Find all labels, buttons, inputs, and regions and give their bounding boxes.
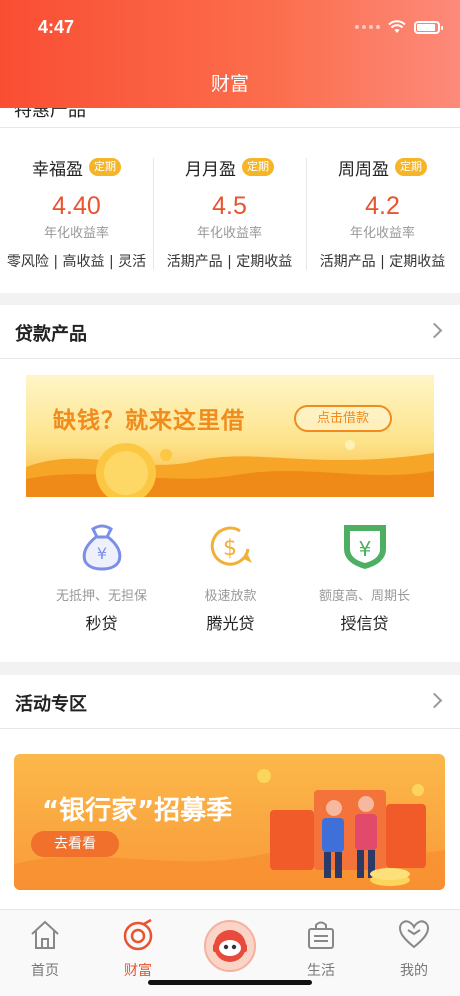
product-tag: 定期: [395, 158, 427, 176]
loan-item-sub: 额度高、周期长: [318, 589, 410, 604]
activity-section-title: 活动专区: [15, 694, 87, 715]
activity-section-body: “银行家”招募季 去看看: [0, 729, 460, 909]
loan-item-shouxindai[interactable]: ¥ 额度高、周期长 授信贷: [288, 519, 441, 634]
peek-section-title: 特惠产品: [14, 108, 86, 121]
wealth-products: 幸福盈 定期 4.40 年化收益率 零风险 | 高收益 | 灵活 月月盈 定期 …: [0, 128, 460, 293]
wealth-icon: [123, 918, 153, 951]
svg-text:¥: ¥: [358, 537, 371, 561]
loan-item-tengguangdai[interactable]: $ 极速放款 腾光贷: [154, 519, 307, 634]
activity-banner-text: “银行家”招募季: [42, 796, 233, 826]
borrow-button[interactable]: 点击借款: [294, 405, 392, 432]
product-tag: 定期: [89, 158, 121, 176]
loan-section-header[interactable]: 贷款产品: [0, 305, 460, 359]
activity-section-header[interactable]: 活动专区: [0, 675, 460, 729]
signal-icon: [355, 25, 380, 29]
rate-label: 年化收益率: [196, 226, 262, 241]
svg-text:$: $: [223, 536, 237, 561]
product-rate: 4.5: [212, 192, 247, 220]
dollar-coin-icon: $: [210, 526, 252, 566]
wifi-icon: [388, 20, 406, 33]
go-see-button[interactable]: 去看看: [31, 831, 119, 857]
product-name: 周周盈: [338, 159, 389, 180]
status-icons: [355, 20, 443, 34]
product-rate: 4.2: [365, 192, 400, 220]
home-indicator[interactable]: [148, 980, 312, 985]
loan-item-name: 腾光贷: [206, 614, 255, 633]
product-rate: 4.40: [52, 192, 101, 220]
shopping-bag-icon: [308, 921, 334, 949]
yuan-shield-icon: ¥: [343, 525, 386, 569]
robot-assistant-icon: [213, 930, 247, 962]
product-card-yueyueying[interactable]: 月月盈 定期 4.5 年化收益率 活期产品 | 定期收益: [153, 156, 306, 271]
loan-banner-text: 缺钱？就来这里借: [53, 408, 245, 434]
loan-item-name: 授信贷: [340, 614, 389, 633]
product-name: 月月盈: [185, 159, 236, 180]
product-desc: 零风险 | 高收益 | 灵活: [6, 254, 147, 270]
wave-decoration: [26, 440, 434, 497]
tab-life[interactable]: 生活: [286, 918, 356, 980]
loan-section-title: 贷款产品: [15, 324, 87, 345]
rate-label: 年化收益率: [43, 226, 109, 241]
battery-icon: [414, 20, 443, 34]
rate-label: 年化收益率: [349, 226, 415, 241]
tab-label: 我的: [400, 963, 428, 979]
money-bag-icon: ¥: [82, 524, 121, 571]
product-desc: 活期产品 | 定期收益: [166, 254, 293, 270]
status-time: 4:47: [38, 17, 75, 37]
home-icon: [31, 920, 59, 949]
loan-item-sub: 极速放款: [204, 589, 257, 604]
product-card-zhouzhouying[interactable]: 周周盈 定期 4.2 年化收益率 活期产品 | 定期收益: [306, 156, 459, 271]
loan-banner[interactable]: 缺钱？就来这里借 点击借款: [26, 375, 434, 497]
page-title: 财富: [210, 73, 249, 95]
tab-label: 生活: [307, 963, 335, 979]
chevron-right-icon: [426, 692, 443, 709]
product-tag: 定期: [242, 158, 274, 176]
product-card-xingfuying[interactable]: 幸福盈 定期 4.40 年化收益率 零风险 | 高收益 | 灵活: [0, 156, 153, 271]
tab-home[interactable]: 首页: [10, 918, 80, 980]
tab-mine[interactable]: 我的: [379, 918, 449, 980]
product-name: 幸福盈: [32, 159, 83, 180]
heart-icon: [398, 920, 430, 949]
tab-label: 财富: [124, 963, 152, 979]
loan-section-body: 缺钱？就来这里借 点击借款 ¥ 无抵押、无担保 秒贷 $ 极速放款 腾光贷 ¥ …: [0, 359, 460, 662]
chevron-right-icon: [426, 322, 443, 339]
svg-text:¥: ¥: [96, 544, 106, 563]
scrolled-section-peek: 特惠产品: [0, 108, 460, 128]
tab-assistant[interactable]: [204, 920, 256, 972]
product-desc: 活期产品 | 定期收益: [319, 254, 446, 270]
app-header: 4:47 财富: [0, 0, 460, 108]
tab-label: 首页: [31, 963, 59, 979]
tab-wealth[interactable]: 财富: [103, 918, 173, 980]
activity-banner[interactable]: “银行家”招募季 去看看: [14, 754, 445, 890]
